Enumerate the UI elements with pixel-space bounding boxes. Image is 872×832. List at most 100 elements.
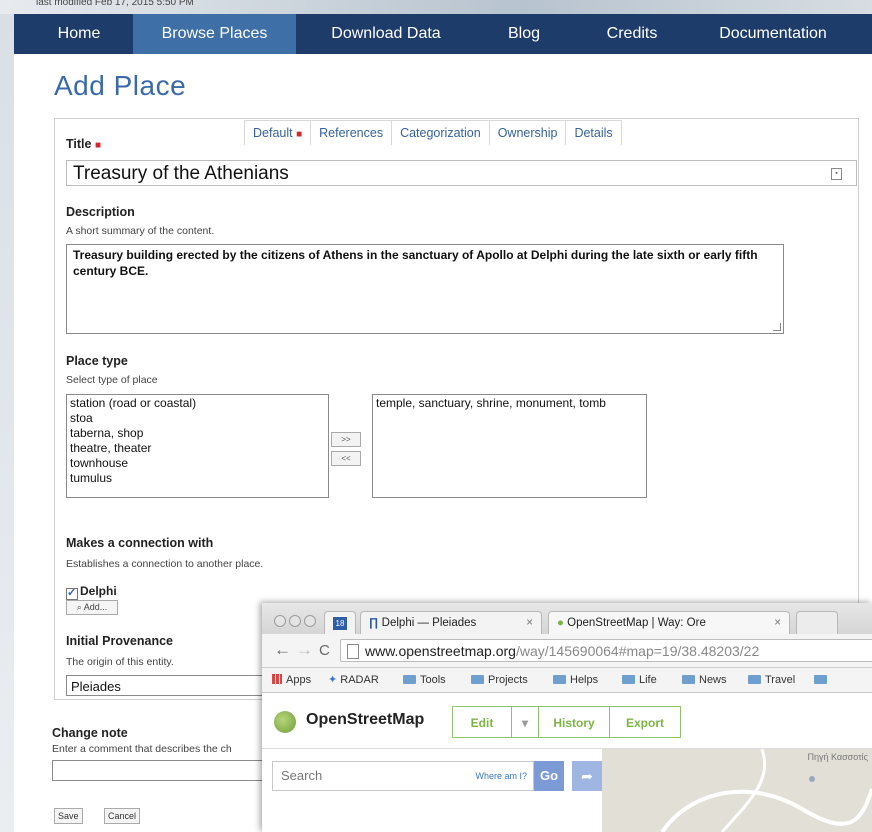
- connection-label: Makes a connection with: [66, 536, 214, 550]
- url-bar[interactable]: www.openstreetmap.org/way/145690064#map=…: [340, 639, 872, 662]
- browser-tab-strip: 18 ∏ Delphi — Pleiades × ● OpenStreetMap…: [262, 603, 872, 634]
- osm-history-button[interactable]: History: [538, 706, 610, 738]
- background-window-bar: last modified Feb 17, 2015 5:50 PM: [0, 0, 872, 14]
- required-marker: ■: [296, 129, 303, 140]
- browser-tab-calendar[interactable]: 18: [324, 611, 356, 634]
- bookmark-life[interactable]: Life: [622, 668, 657, 692]
- apps-grid-icon: [272, 674, 282, 684]
- osm-map[interactable]: Πηγή Κασσοτίς: [602, 749, 872, 832]
- close-tab-icon[interactable]: ×: [526, 612, 533, 634]
- browser-tab-osm-label: OpenStreetMap | Way: Ore: [567, 617, 706, 629]
- osm-sidebar: Search Where am I? Go ➦: [262, 749, 602, 832]
- folder-icon: [814, 675, 827, 684]
- bookmark-folder[interactable]: [814, 668, 831, 692]
- osm-header: OpenStreetMap Edit ▾ History Export: [262, 693, 872, 749]
- title-label-text: Title: [66, 137, 92, 151]
- bookmark-label: Apps: [286, 674, 312, 686]
- nav-download-data[interactable]: Download Data: [311, 14, 461, 54]
- list-item[interactable]: taberna, shop: [70, 426, 325, 441]
- bookmark-helps[interactable]: Helps: [553, 668, 598, 692]
- place-type-help: Select type of place: [66, 374, 158, 386]
- description-help: A short summary of the content.: [66, 225, 215, 237]
- browser-tab-pleiades[interactable]: ∏ Delphi — Pleiades ×: [360, 611, 542, 634]
- provenance-label: Initial Provenance: [66, 634, 173, 648]
- browser-tab-osm[interactable]: ● OpenStreetMap | Way: Ore ×: [548, 611, 790, 634]
- browser-tab-pleiades-label: Delphi — Pleiades: [381, 617, 477, 629]
- list-item[interactable]: tumulus: [70, 471, 325, 486]
- folder-icon: [553, 675, 566, 684]
- bookmark-news[interactable]: News: [682, 668, 727, 692]
- osm-site-name[interactable]: OpenStreetMap: [306, 711, 424, 729]
- chevron-down-icon[interactable]: ▾: [511, 706, 539, 738]
- window-close-icon[interactable]: [274, 615, 286, 627]
- add-connection-button[interactable]: ⌕ Add...: [66, 600, 118, 615]
- list-item[interactable]: station (road or coastal): [70, 396, 325, 411]
- bookmark-label: Tools: [420, 674, 446, 686]
- bookmark-projects[interactable]: Projects: [471, 668, 528, 692]
- bookmark-radar[interactable]: ✦ RADAR: [328, 668, 379, 692]
- tab-details[interactable]: Details: [565, 120, 622, 145]
- nav-documentation[interactable]: Documentation: [698, 14, 848, 54]
- where-am-i-link[interactable]: Where am I?: [475, 762, 527, 790]
- main-nav: Home Browse Places Download Data Blog Cr…: [14, 14, 872, 54]
- tab-ownership[interactable]: Ownership: [488, 120, 567, 145]
- radar-icon: ✦: [328, 674, 338, 686]
- back-icon[interactable]: ←: [274, 640, 291, 660]
- field-lock-icon[interactable]: ▪: [831, 168, 842, 180]
- place-type-selected-list[interactable]: temple, sanctuary, shrine, monument, tom…: [372, 394, 647, 498]
- background-window-text: last modified Feb 17, 2015 5:50 PM: [36, 0, 194, 8]
- bookmark-travel[interactable]: Travel: [748, 668, 795, 692]
- remove-type-button[interactable]: <<: [331, 451, 361, 466]
- nav-blog[interactable]: Blog: [494, 14, 554, 54]
- change-note-help: Enter a comment that describes the ch: [52, 743, 232, 755]
- calendar-icon: 18: [333, 617, 347, 630]
- save-label: Save: [58, 811, 79, 821]
- form-tabs: Default ■ References Categorization Owne…: [244, 120, 622, 145]
- osm-export-button[interactable]: Export: [609, 706, 681, 738]
- search-icon: ⌕: [76, 602, 82, 612]
- provenance-input[interactable]: Pleiades: [66, 675, 276, 696]
- tab-categorization[interactable]: Categorization: [391, 120, 490, 145]
- directions-icon[interactable]: ➦: [572, 761, 602, 791]
- resize-handle-icon[interactable]: [773, 323, 781, 331]
- browser-toolbar: ← → C www.openstreetmap.org/way/14569006…: [262, 634, 872, 668]
- list-item[interactable]: temple, sanctuary, shrine, monument, tom…: [376, 396, 643, 411]
- nav-home[interactable]: Home: [44, 14, 114, 54]
- new-tab-button[interactable]: [796, 611, 838, 634]
- forward-icon[interactable]: →: [296, 640, 313, 660]
- change-note-input[interactable]: [52, 760, 282, 781]
- tab-default[interactable]: Default ■: [244, 120, 312, 145]
- add-connection-label: Add...: [83, 602, 108, 612]
- background-window-edge: [0, 14, 14, 832]
- folder-icon: [748, 675, 761, 684]
- place-type-available-list[interactable]: station (road or coastal) stoa taberna, …: [66, 394, 329, 498]
- title-input[interactable]: Treasury of the Athenians ▪: [66, 160, 857, 186]
- connection-help: Establishes a connection to another plac…: [66, 558, 264, 570]
- url-path: /way/145690064#map=19/38.48203/22: [515, 643, 760, 659]
- window-minimize-icon[interactable]: [289, 615, 301, 627]
- save-button[interactable]: Save: [54, 808, 83, 824]
- list-item[interactable]: townhouse: [70, 456, 325, 471]
- bookmark-apps[interactable]: Apps: [272, 668, 311, 692]
- nav-credits[interactable]: Credits: [587, 14, 677, 54]
- window-zoom-icon[interactable]: [304, 615, 316, 627]
- description-textarea[interactable]: Treasury building erected by the citizen…: [66, 244, 784, 334]
- nav-browse-places[interactable]: Browse Places: [133, 14, 296, 54]
- osm-edit-button[interactable]: Edit: [452, 706, 512, 738]
- osm-search-input[interactable]: Search Where am I?: [272, 761, 534, 791]
- close-tab-icon[interactable]: ×: [774, 612, 781, 634]
- add-type-button[interactable]: >>: [331, 432, 361, 447]
- cancel-button[interactable]: Cancel: [104, 808, 141, 824]
- list-item[interactable]: stoa: [70, 411, 325, 426]
- search-placeholder: Search: [281, 768, 323, 783]
- osm-logo-icon[interactable]: [274, 711, 296, 733]
- osm-go-button[interactable]: Go: [534, 761, 564, 791]
- checkbox-checked-icon[interactable]: ✓: [66, 588, 78, 600]
- reload-icon[interactable]: C: [319, 642, 330, 659]
- bookmark-label: Projects: [488, 674, 528, 686]
- tab-references[interactable]: References: [310, 120, 393, 145]
- bookmark-tools[interactable]: Tools: [403, 668, 446, 692]
- list-item[interactable]: theatre, theater: [70, 441, 325, 456]
- url-host: www.openstreetmap.org: [365, 643, 516, 659]
- bookmark-label: RADAR: [340, 674, 379, 686]
